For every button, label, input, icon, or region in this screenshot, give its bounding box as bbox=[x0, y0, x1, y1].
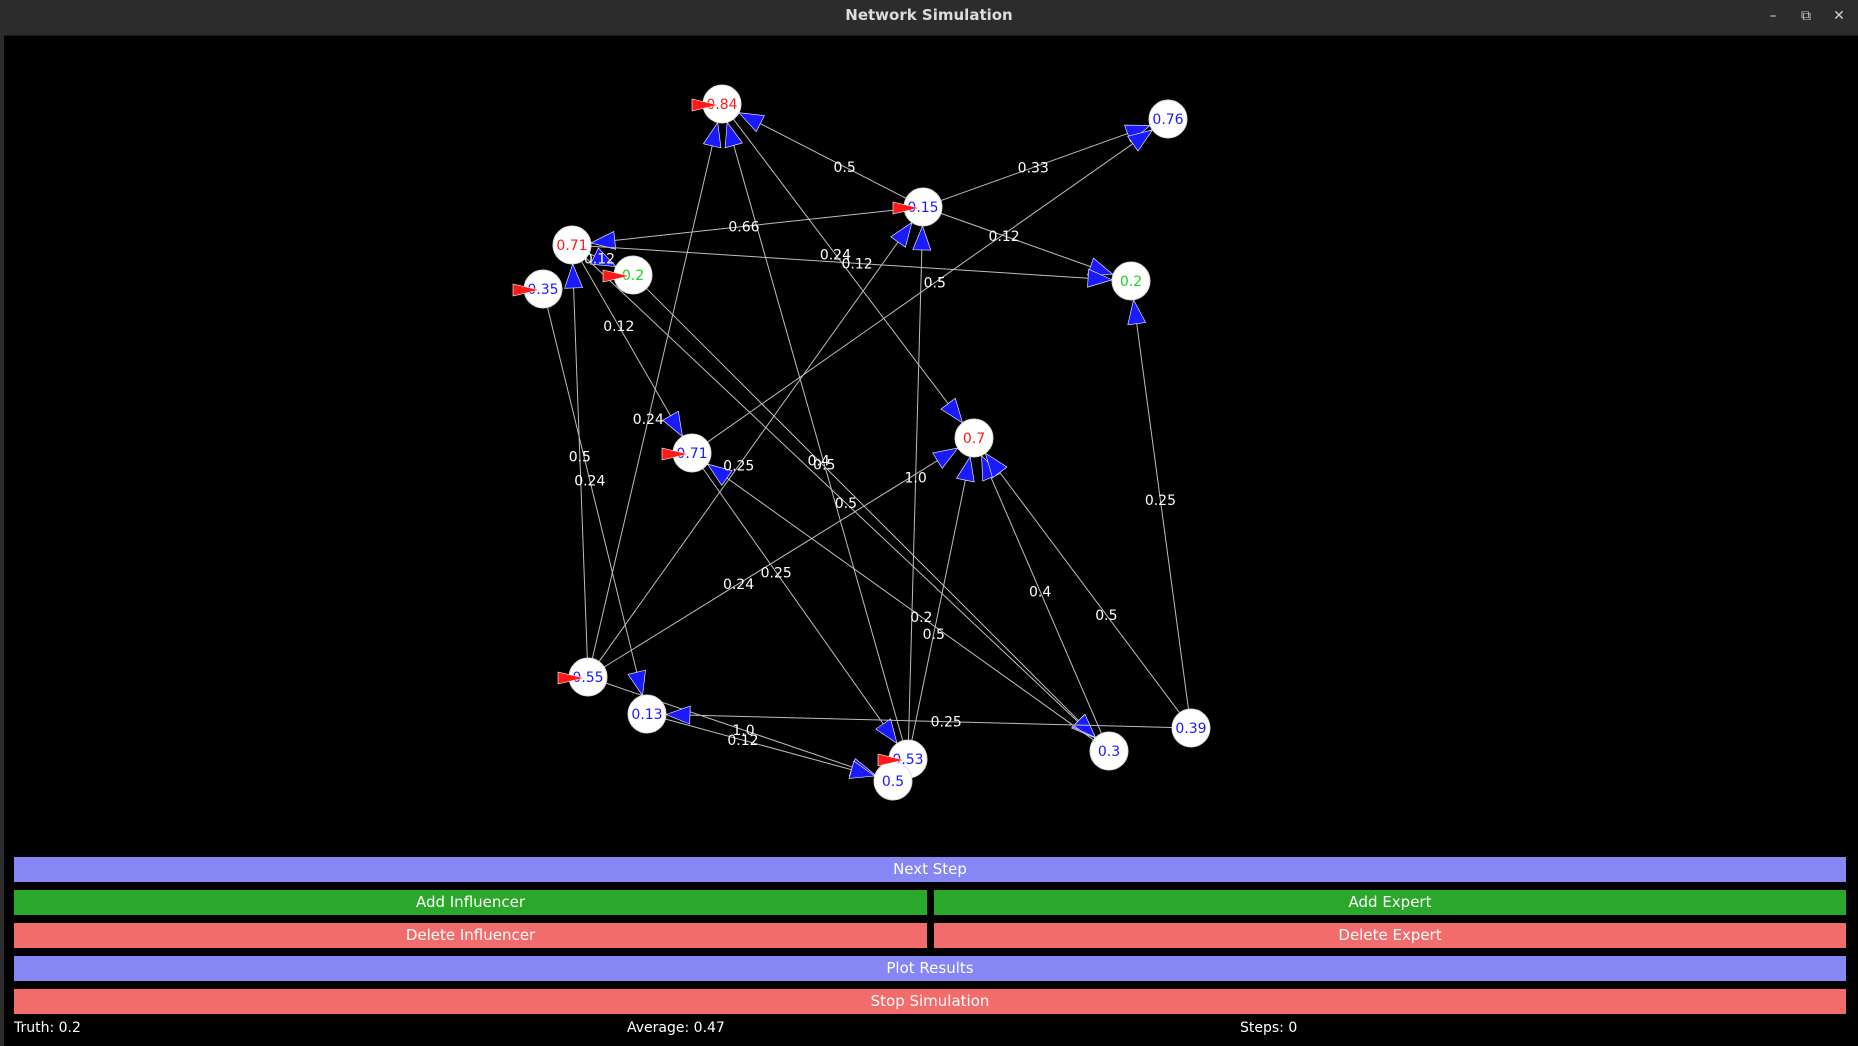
delete-expert-button[interactable]: Delete Expert bbox=[934, 923, 1846, 948]
add-expert-button[interactable]: Add Expert bbox=[934, 890, 1846, 915]
edge-arrowhead bbox=[940, 397, 964, 424]
edge-weight-label: 0.24 bbox=[723, 577, 754, 593]
edge-weight-label: 0.12 bbox=[584, 252, 615, 268]
edge-weight-label: 0.25 bbox=[723, 459, 754, 475]
edge-weight-label: 0.12 bbox=[842, 256, 873, 272]
node-value-label: 0.2 bbox=[1120, 274, 1142, 290]
delete-influencer-button[interactable]: Delete Influencer bbox=[14, 923, 927, 948]
expert-node[interactable]: 0.13 bbox=[627, 694, 667, 734]
minimize-icon[interactable]: – bbox=[1762, 6, 1784, 26]
truth-readout: Truth: 0.2 bbox=[14, 1020, 81, 1036]
title-bar: Network Simulation – ⧉ ✕ bbox=[0, 0, 1858, 36]
edge-weight-label: 0.5 bbox=[833, 160, 855, 176]
edge-weight-label: 0.24 bbox=[633, 412, 664, 428]
edge-n6-n11 bbox=[547, 307, 643, 696]
edge-arrowhead bbox=[724, 121, 743, 149]
edge-weight-label: 0.12 bbox=[989, 229, 1020, 245]
edge-weight-label: 0.2 bbox=[910, 610, 932, 626]
edge-arrowhead bbox=[738, 112, 765, 133]
expert-node[interactable]: 0.5 bbox=[873, 761, 913, 801]
restore-icon[interactable]: ⧉ bbox=[1795, 6, 1817, 26]
expert-node[interactable]: 0.76 bbox=[1148, 99, 1188, 139]
window-title: Network Simulation bbox=[845, 6, 1013, 24]
edge-weight-label: 0.5 bbox=[923, 627, 945, 643]
edge-weight-label: 0.24 bbox=[574, 473, 605, 489]
steps-readout: Steps: 0 bbox=[1240, 1020, 1298, 1036]
expert-node[interactable]: 0.39 bbox=[1171, 708, 1211, 748]
edge-layer bbox=[547, 112, 1189, 779]
node-value-label: 0.3 bbox=[1098, 744, 1120, 760]
stop-simulation-button[interactable]: Stop Simulation bbox=[14, 989, 1846, 1014]
node-value-label: 0.7 bbox=[963, 431, 985, 447]
edge-n3-n1 bbox=[738, 112, 907, 199]
network-canvas: 0.840.760.150.710.20.35 0.20.710.70.550.1… bbox=[512, 84, 1211, 801]
edge-arrowhead bbox=[1127, 298, 1147, 326]
edge-arrowhead bbox=[848, 760, 876, 779]
plot-results-button[interactable]: Plot Results bbox=[14, 956, 1846, 981]
edge-weight-label: 0.5 bbox=[813, 457, 835, 473]
edge-label-layer: 0.5 0.33 0.66 0.12 0.24 0.12 0.12 0.12 0.5 0.4 0.2… bbox=[569, 160, 1176, 749]
edge-arrowhead bbox=[932, 447, 959, 469]
edge-weight-label: 0.25 bbox=[761, 565, 792, 581]
edge-n12-n1 bbox=[726, 122, 904, 741]
edge-weight-label: 0.4 bbox=[1029, 584, 1051, 600]
edge-weight-label: 1.0 bbox=[905, 470, 927, 486]
edge-n12-n9 bbox=[911, 456, 971, 741]
average-readout: Average: 0.47 bbox=[627, 1020, 725, 1036]
edge-arrowhead bbox=[702, 121, 722, 149]
edge-arrowhead bbox=[956, 455, 975, 483]
edge-weight-label: 0.5 bbox=[835, 496, 857, 512]
edge-weight-label: 0.5 bbox=[924, 276, 946, 292]
edge-arrowhead bbox=[662, 410, 683, 438]
edge-arrowhead bbox=[564, 263, 584, 289]
edge-n11-n13 bbox=[665, 718, 875, 777]
node-value-label: 0.76 bbox=[1152, 112, 1183, 128]
edge-weight-label: 0.25 bbox=[931, 715, 962, 731]
edge-n3-n7 bbox=[940, 212, 1114, 276]
edge-weight-label: 0.5 bbox=[569, 450, 591, 466]
edge-weight-label: 0.12 bbox=[727, 733, 758, 749]
edge-n14-n8 bbox=[707, 463, 1094, 741]
edge-n10-n1 bbox=[591, 122, 719, 659]
node-value-label: 0.5 bbox=[882, 774, 904, 790]
edge-weight-label: 0.25 bbox=[1145, 493, 1176, 509]
node-value-label: 0.39 bbox=[1175, 721, 1206, 737]
truth-node[interactable]: 0.2 bbox=[1111, 261, 1151, 301]
close-icon[interactable]: ✕ bbox=[1828, 6, 1850, 26]
expert-node[interactable]: 0.3 bbox=[1089, 731, 1129, 771]
node-value-label: 0.13 bbox=[631, 707, 662, 723]
edge-arrowhead bbox=[890, 221, 913, 248]
edge-n5-n14 bbox=[646, 288, 1096, 738]
edge-arrowhead bbox=[912, 225, 932, 251]
edge-arrowhead bbox=[875, 718, 898, 745]
edge-weight-label: 0.33 bbox=[1018, 160, 1049, 176]
add-influencer-button[interactable]: Add Influencer bbox=[14, 890, 927, 915]
edge-arrowhead bbox=[665, 705, 691, 725]
edge-weight-label: 0.5 bbox=[1095, 608, 1117, 624]
next-step-button[interactable]: Next Step bbox=[14, 857, 1846, 882]
influencer-node[interactable]: 0.7 bbox=[954, 418, 994, 458]
edge-weight-label: 0.66 bbox=[728, 219, 759, 235]
edge-weight-label: 0.12 bbox=[603, 319, 634, 335]
